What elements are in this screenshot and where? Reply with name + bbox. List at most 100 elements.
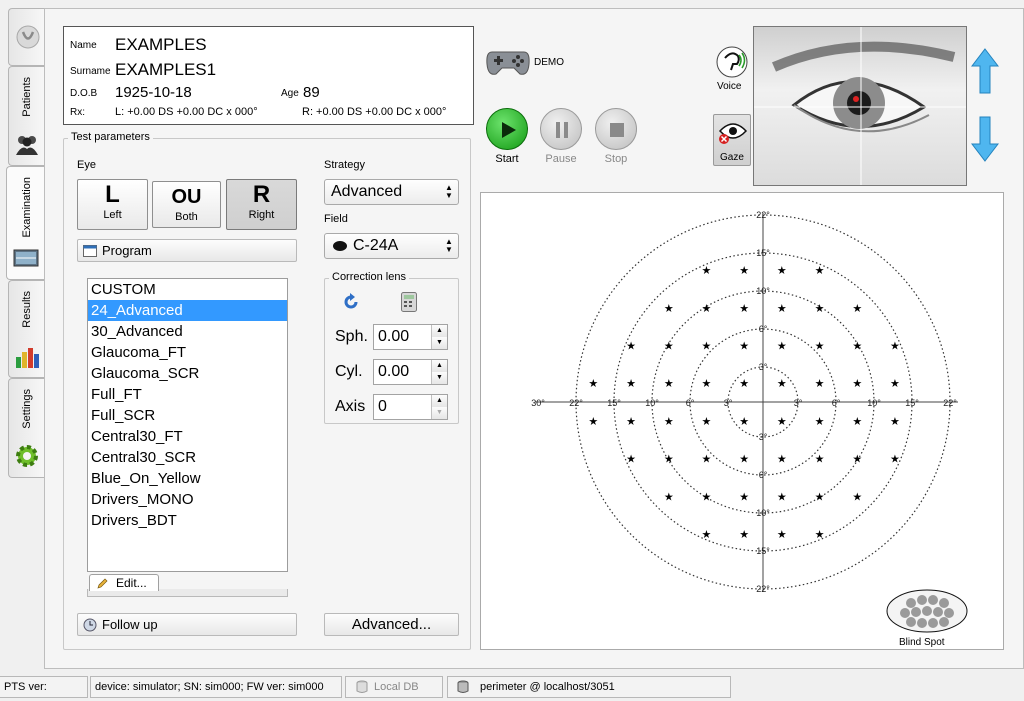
axis-input[interactable]: [374, 395, 432, 419]
axis-tick-label: 15°: [607, 398, 621, 408]
axis-tick-label: 22°: [756, 210, 770, 220]
stimulus-point: ★: [702, 490, 712, 503]
database-icon: [457, 680, 469, 693]
axis-tick-label: 6°: [832, 398, 841, 408]
stimulus-point: ★: [815, 528, 825, 541]
eye-right-button[interactable]: R Right: [226, 179, 297, 230]
tab-logo[interactable]: [8, 8, 44, 66]
stimulus-point: ★: [702, 415, 712, 428]
list-item[interactable]: Full_SCR: [88, 405, 287, 426]
clock-icon: [83, 618, 97, 632]
list-item[interactable]: Central30_SCR: [88, 447, 287, 468]
stop-button[interactable]: [595, 108, 637, 150]
eye-left-letter: L: [105, 181, 120, 208]
list-item[interactable]: CUSTOM: [88, 279, 287, 300]
list-item[interactable]: Drivers_BDT: [88, 510, 287, 531]
stimulus-point: ★: [777, 453, 787, 466]
correction-lens-title: Correction lens: [329, 271, 409, 283]
local-db-button[interactable]: Local DB: [345, 676, 443, 698]
version-text: PTS ver: 1.0.1.0: [4, 681, 47, 693]
list-item[interactable]: Blue_On_Yellow: [88, 468, 287, 489]
follow-up-button[interactable]: Follow up: [77, 613, 297, 636]
list-item[interactable]: Glaucoma_FT: [88, 342, 287, 363]
axis-spinbox[interactable]: ▲ ▼: [373, 394, 448, 420]
pencil-icon: [97, 578, 108, 589]
test-parameters-title: Test parameters: [68, 131, 153, 143]
dob-label: D.O.B: [70, 88, 98, 99]
patient-info: Name EXAMPLES Surname EXAMPLES1 D.O.B 19…: [63, 26, 474, 125]
axis-tick-label: 3°: [759, 362, 768, 372]
eye-right-letter: R: [252, 181, 271, 208]
axis-tick-label: 3°: [724, 398, 733, 408]
eye-right-caption: Right: [248, 209, 275, 221]
sph-spinbox[interactable]: ▲ ▼: [373, 324, 448, 350]
tab-results[interactable]: Results: [8, 280, 44, 378]
age-label: Age: [281, 88, 299, 99]
list-item[interactable]: 24_Advanced: [88, 300, 287, 321]
list-item[interactable]: 30_Advanced: [88, 321, 287, 342]
tab-patients-label: Patients: [20, 77, 33, 117]
program-button[interactable]: Program: [77, 239, 297, 262]
field-select[interactable]: C-24A ▲ ▼: [324, 233, 459, 259]
stimulus-point: ★: [739, 302, 749, 315]
tab-settings[interactable]: Settings: [8, 378, 44, 478]
surname-label: Surname: [70, 66, 111, 77]
stimulus-point: ★: [852, 453, 862, 466]
blind-spot-button[interactable]: [885, 589, 969, 637]
program-list[interactable]: CUSTOM 24_Advanced 30_Advanced Glaucoma_…: [87, 278, 288, 572]
patient-age: 89: [303, 84, 320, 101]
spin-up-icon[interactable]: ▲: [431, 395, 447, 407]
field-dot-icon: [333, 241, 347, 251]
refresh-icon[interactable]: [341, 292, 361, 312]
cyl-spinbox[interactable]: ▲ ▼: [373, 359, 448, 385]
edit-tab[interactable]: Edit...: [89, 574, 159, 591]
patient-dob: 1925-10-18: [115, 84, 192, 101]
device-text: device: simulator; SN: sim000; FW ver: s…: [95, 681, 324, 693]
list-item[interactable]: Glaucoma_SCR: [88, 363, 287, 384]
calculator-icon[interactable]: [401, 292, 417, 312]
spin-down-icon[interactable]: ▼: [431, 407, 447, 419]
sph-input[interactable]: [374, 325, 432, 349]
people-icon: [16, 136, 38, 155]
stimulus-point: ★: [777, 264, 787, 277]
list-item[interactable]: Full_FT: [88, 384, 287, 405]
stimulus-point: ★: [664, 453, 674, 466]
cyl-input[interactable]: [374, 360, 432, 384]
advanced-button[interactable]: Advanced...: [324, 613, 459, 636]
stop-label: Stop: [604, 153, 628, 165]
stimulus-point: ★: [777, 377, 787, 390]
name-label: Name: [70, 40, 97, 51]
list-item[interactable]: Drivers_MONO: [88, 489, 287, 510]
app-logo-icon: [16, 25, 40, 49]
axis-tick-label: 15°: [756, 546, 770, 556]
bar-chart-icon: [16, 348, 39, 368]
tab-settings-label: Settings: [20, 389, 33, 429]
axis-tick-label: 22°: [569, 398, 583, 408]
voice-button[interactable]: Voice: [713, 42, 751, 96]
list-item[interactable]: Central30_FT: [88, 426, 287, 447]
arrow-up-icon[interactable]: [971, 48, 999, 94]
pause-button[interactable]: [540, 108, 582, 150]
field-label: Field: [324, 213, 348, 225]
arrow-down-icon[interactable]: [971, 116, 999, 162]
tab-patients[interactable]: Patients: [8, 66, 44, 166]
eye-left-button[interactable]: L Left: [77, 179, 148, 230]
tab-examination[interactable]: Examination: [6, 166, 46, 280]
eye-both-button[interactable]: OU Both: [152, 181, 221, 228]
axis-tick-label: 22°: [943, 398, 957, 408]
spin-up-icon[interactable]: ▲: [431, 360, 447, 372]
spin-up-icon[interactable]: ▲: [431, 325, 447, 337]
axis-tick-label: 10°: [756, 508, 770, 518]
axis-tick-label: 10°: [756, 286, 770, 296]
eye-label: Eye: [77, 159, 96, 171]
stimulus-point: ★: [815, 339, 825, 352]
spin-down-icon[interactable]: ▼: [431, 372, 447, 384]
perimetry-field: 30° 22° 15° 10° 6° 3° 3° 6° 10° 15° 22° 22° 15° 10° 6°…: [480, 192, 1004, 650]
demo-label: DEMO: [534, 57, 564, 68]
eye-left-caption: Left: [103, 209, 122, 221]
axis-tick-label: 3°: [794, 398, 803, 408]
start-button[interactable]: [486, 108, 528, 150]
gaze-button[interactable]: Gaze: [713, 114, 751, 166]
spin-down-icon[interactable]: ▼: [431, 337, 447, 349]
strategy-select[interactable]: Advanced ▲ ▼: [324, 179, 459, 205]
